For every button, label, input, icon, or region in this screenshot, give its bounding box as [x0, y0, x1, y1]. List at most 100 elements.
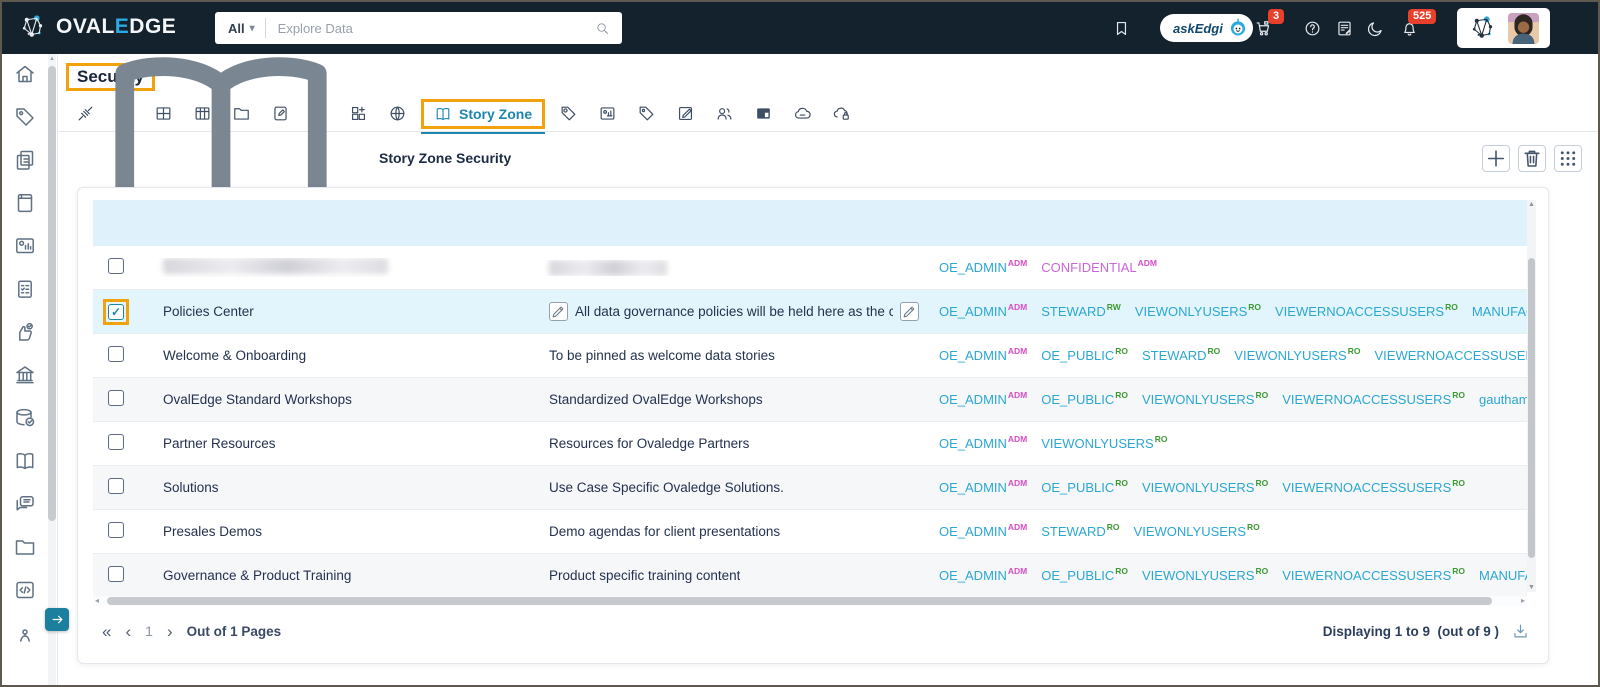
story-zone-name[interactable]: Governance & Product Training: [163, 568, 351, 583]
role-link[interactable]: MANUFACTU...: [1479, 568, 1527, 583]
row-checkbox[interactable]: [108, 434, 124, 450]
sidebar-item-report-chart[interactable]: [13, 234, 37, 258]
role-link[interactable]: OE_ADMIN ADM: [939, 303, 1027, 319]
row-checkbox[interactable]: [108, 522, 124, 538]
role-link[interactable]: VIEWERNOACCESSUSERSRO: [1282, 568, 1465, 583]
add-button[interactable]: [1482, 144, 1510, 172]
sidebar-item-folder[interactable]: [13, 535, 37, 559]
role-link[interactable]: VIEWERNOACCESSUSERSRO: [1374, 348, 1527, 363]
sidebar-item-clipboard-tasks[interactable]: [13, 277, 37, 301]
role-link[interactable]: OE_PUBLIC RO: [1041, 348, 1128, 363]
vertical-scrollbar-thumb[interactable]: [1528, 258, 1535, 558]
sidebar-item-collaboration-chat[interactable]: [13, 492, 37, 516]
user-avatar[interactable]: [1508, 12, 1540, 44]
tab-card-panel[interactable]: [744, 104, 783, 123]
scroll-down-icon[interactable]: ▼: [1527, 584, 1536, 591]
role-link[interactable]: STEWARD RW: [1041, 303, 1121, 319]
sidebar-scrollbar-thumb[interactable]: [48, 66, 56, 521]
role-link[interactable]: OE_PUBLIC RO: [1041, 480, 1128, 495]
story-zone-name[interactable]: Presales Demos: [163, 524, 262, 539]
search-icon[interactable]: [595, 21, 610, 36]
sidebar-item-tag[interactable]: [13, 105, 37, 129]
edit-description-button[interactable]: [900, 302, 919, 321]
tab-people[interactable]: [705, 104, 744, 123]
story-zone-name[interactable]: Welcome & Onboarding: [163, 348, 306, 363]
tab-tag[interactable]: [627, 104, 666, 123]
table-row[interactable]: OE_ADMIN ADM CONFIDENTIAL ADM: [93, 246, 1527, 290]
sidebar-item-approval-hand[interactable]: [13, 320, 37, 344]
role-link[interactable]: OE_ADMIN ADM: [939, 348, 1027, 363]
story-zone-name[interactable]: Solutions: [163, 480, 219, 495]
story-zone-name[interactable]: Policies Center: [163, 304, 254, 319]
table-row[interactable]: OvalEdge Standard Workshops Standardized …: [93, 378, 1527, 422]
table-row[interactable]: Welcome & Onboarding To be pinned as welc…: [93, 334, 1527, 378]
role-link[interactable]: OE_PUBLIC RO: [1041, 568, 1128, 583]
sidebar-item-antenna[interactable]: [13, 621, 37, 645]
sidebar-item-code-file[interactable]: [13, 578, 37, 602]
role-link[interactable]: VIEWERNOACCESSUSERSRO: [1282, 392, 1465, 407]
role-link[interactable]: VIEWONLYUSERS RO: [1142, 568, 1268, 583]
tab-image-report[interactable]: [588, 104, 627, 123]
row-checkbox[interactable]: [108, 478, 124, 494]
row-checkbox[interactable]: [108, 258, 124, 274]
role-link[interactable]: MANUFACTUR...: [1472, 304, 1527, 319]
role-link[interactable]: VIEWONLYUSERS RO: [1142, 392, 1268, 407]
sidebar-expand-button[interactable]: [45, 608, 69, 631]
tab-tag-badge[interactable]: [549, 104, 588, 123]
table-horizontal-scrollbar[interactable]: ◂ ▸: [93, 596, 1527, 606]
role-link[interactable]: VIEWONLYUSERS RO: [1142, 480, 1268, 495]
role-link[interactable]: STEWARD RO: [1142, 348, 1220, 363]
sidebar-item-governance-bank[interactable]: [13, 363, 37, 387]
role-link[interactable]: VIEWONLYUSERS RO: [1135, 303, 1261, 319]
profile-area[interactable]: [1457, 8, 1550, 48]
table-row[interactable]: Governance & Product Training Product spe…: [93, 554, 1527, 596]
grid-view-button[interactable]: [1554, 144, 1582, 172]
download-icon[interactable]: [1511, 622, 1530, 641]
role-link[interactable]: VIEWONLYUSERS RO: [1134, 524, 1260, 539]
table-row[interactable]: ✓ Policies Center All data governance poli…: [93, 290, 1527, 334]
role-link[interactable]: VIEWERNOACCESSUSERSRO: [1282, 480, 1465, 495]
dark-mode-moon-icon[interactable]: [1366, 19, 1385, 38]
role-link[interactable]: VIEWONLYUSERS RO: [1041, 436, 1167, 451]
delete-button[interactable]: [1518, 144, 1546, 172]
story-zone-name[interactable]: OvalEdge Standard Workshops: [163, 392, 352, 407]
table-row[interactable]: Partner Resources Resources for Ovaledge …: [93, 422, 1527, 466]
sidebar-item-notebook[interactable]: [13, 191, 37, 215]
role-link[interactable]: OE_ADMIN ADM: [939, 524, 1027, 539]
role-link[interactable]: OE_ADMIN ADM: [939, 480, 1027, 495]
tab-checkbox-edit[interactable]: [666, 104, 705, 123]
sidebar-item-home[interactable]: [13, 62, 37, 86]
sidebar-item-copy-docs[interactable]: [13, 148, 37, 172]
first-page-button[interactable]: «: [102, 623, 111, 640]
role-link[interactable]: gauthamRO: [1479, 392, 1527, 407]
role-link[interactable]: STEWARD RO: [1041, 524, 1119, 539]
role-link[interactable]: OE_ADMIN ADM: [939, 436, 1027, 451]
row-checkbox[interactable]: [108, 566, 124, 582]
role-link[interactable]: VIEWONLYUSERS RO: [1234, 348, 1360, 363]
scroll-right-icon[interactable]: ▸: [1521, 596, 1525, 605]
bookmark-icon[interactable]: [1112, 19, 1131, 38]
row-checkbox[interactable]: ✓: [108, 303, 124, 320]
story-zone-name[interactable]: Partner Resources: [163, 436, 276, 451]
horizontal-scrollbar-thumb[interactable]: [107, 597, 1492, 605]
next-page-button[interactable]: ›: [167, 623, 173, 640]
sidebar-item-database-check[interactable]: [13, 406, 37, 430]
release-notes-icon[interactable]: [1335, 19, 1354, 38]
help-icon[interactable]: [1303, 19, 1322, 38]
sidebar-scroll-up-icon[interactable]: ▲: [48, 56, 56, 62]
role-link[interactable]: OE_ADMIN ADM: [939, 392, 1027, 407]
scroll-up-icon[interactable]: ▲: [1527, 201, 1536, 208]
role-link[interactable]: OE_ADMIN ADM: [939, 568, 1027, 583]
tab-cloud[interactable]: [783, 104, 822, 123]
row-checkbox[interactable]: [108, 390, 124, 406]
scroll-left-icon[interactable]: ◂: [95, 596, 99, 605]
edit-description-button[interactable]: [549, 302, 568, 321]
prev-page-button[interactable]: ‹: [125, 623, 131, 640]
role-link[interactable]: OE_PUBLIC RO: [1041, 392, 1128, 407]
row-checkbox[interactable]: [108, 346, 124, 362]
sidebar-item-glossary-book[interactable]: [13, 449, 37, 473]
ask-edgi-button[interactable]: askEdgi: [1160, 14, 1253, 42]
table-row[interactable]: Solutions Use Case Specific Ovaledge Solu…: [93, 466, 1527, 510]
role-link[interactable]: CONFIDENTIAL ADM: [1041, 260, 1157, 275]
table-row[interactable]: Presales Demos Demo agendas for client pr…: [93, 510, 1527, 554]
